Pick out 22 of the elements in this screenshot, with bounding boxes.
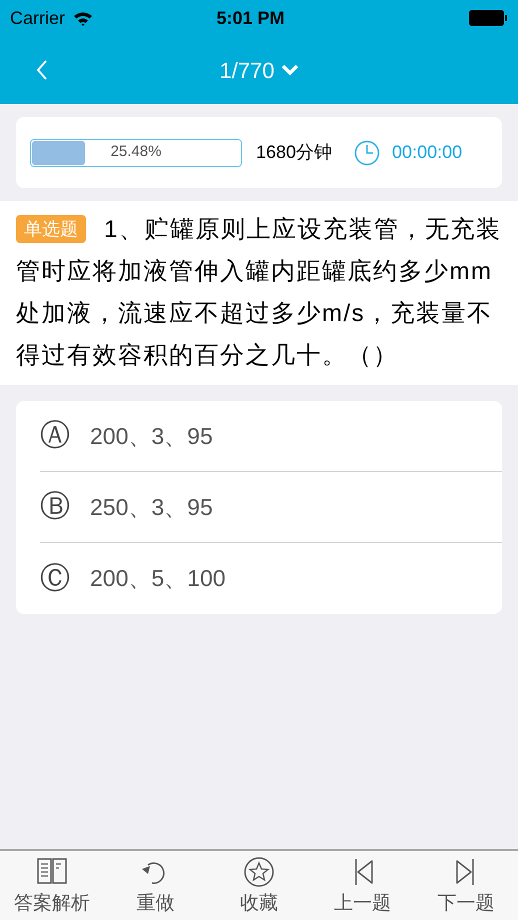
battery-icon (468, 9, 508, 27)
toolbar-button[interactable]: 下一题 (414, 851, 518, 920)
clock-icon (354, 140, 380, 166)
option-marker: Ⓐ (40, 421, 71, 451)
toolbar-button[interactable]: 重做 (104, 851, 208, 920)
duration-label: 1680分钟 (256, 141, 332, 164)
wifi-icon (73, 10, 94, 26)
chevron-down-icon (280, 64, 299, 76)
clock-time: 5:01 PM (215, 6, 286, 30)
toolbar-button[interactable]: 上一题 (310, 851, 414, 920)
back-icon[interactable] (35, 59, 49, 81)
option-text[interactable]: 200、3、95 (90, 418, 213, 454)
carrier-label: Carrier (10, 6, 66, 30)
option-marker: Ⓑ (40, 492, 71, 522)
toolbar-button[interactable]: 收藏 (207, 851, 311, 920)
option-marker: Ⓒ (40, 564, 71, 594)
progress-percent: 25.48% (110, 142, 162, 162)
toolbar-button[interactable]: 答案解析 (0, 851, 104, 920)
option-text[interactable]: 200、5、100 (90, 561, 226, 596)
timer-label: 00:00:00 (392, 141, 462, 164)
question-text: 单选题 1、贮罐原则上应设充装管，无充装管时应将加液管伸入罐内距罐底约多少mm处加液，流速应不超过多少m/s，充装量不得过有效容积的百分之几十。（） (16, 214, 502, 371)
option-text[interactable]: 250、3、95 (90, 490, 213, 524)
